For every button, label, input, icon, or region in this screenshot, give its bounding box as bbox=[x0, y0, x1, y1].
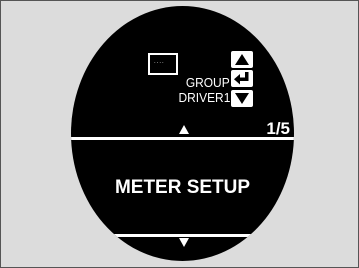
page-down-indicator-icon bbox=[179, 238, 189, 247]
menu-title: METER SETUP bbox=[114, 177, 251, 198]
triangle-up-icon bbox=[235, 54, 249, 65]
enter-button[interactable] bbox=[231, 70, 253, 87]
page-up-indicator-icon bbox=[179, 125, 189, 134]
group-card-dots: ∙∙∙∙ bbox=[154, 60, 165, 66]
bottom-divider bbox=[71, 234, 294, 237]
group-card-icon: ∙∙∙∙ bbox=[148, 53, 178, 75]
figure-frame: ∙∙∙∙ GROUP DRIVER1 1/5 METER SETUP bbox=[0, 0, 359, 268]
triangle-down-icon bbox=[235, 93, 249, 104]
meter-display: ∙∙∙∙ GROUP DRIVER1 1/5 METER SETUP bbox=[71, 6, 294, 261]
driver-label: DRIVER1 bbox=[178, 90, 230, 105]
up-button[interactable] bbox=[231, 51, 253, 68]
enter-return-icon bbox=[234, 72, 249, 85]
top-divider bbox=[71, 137, 294, 140]
down-button[interactable] bbox=[231, 90, 253, 107]
page-number: 1/5 bbox=[266, 119, 290, 138]
group-label: GROUP bbox=[186, 75, 230, 90]
